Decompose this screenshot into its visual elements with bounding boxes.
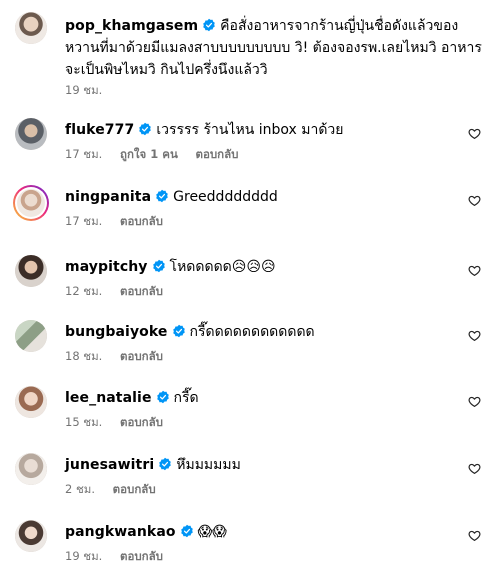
verified-badge-icon: [156, 390, 169, 404]
avatar[interactable]: [15, 255, 47, 287]
reply-button[interactable]: ตอบกลับ: [120, 349, 163, 363]
reply-button[interactable]: ตอบกลับ: [120, 415, 163, 429]
comment-text: ningpanita Greedddddddd: [65, 187, 278, 207]
caption-text: pop_khamgasem คือสั่งอาหารจากร้านญี่ปุ่นช…: [65, 15, 485, 81]
story-ring-avatar[interactable]: [13, 185, 49, 221]
heart-icon[interactable]: [468, 395, 481, 408]
comment-text: maypitchy โหดดดดด😥😥😥: [65, 257, 276, 277]
comment-item: ningpanita Greedddddddd 17 ชม. ตอบกลับ: [13, 185, 485, 235]
reply-button[interactable]: ตอบกลับ: [120, 214, 163, 228]
avatar[interactable]: [15, 320, 47, 352]
comment-thread: pop_khamgasem คือสั่งอาหารจากร้านญี่ปุ่นช…: [0, 0, 500, 588]
reply-button[interactable]: ตอบกลับ: [196, 147, 239, 161]
comment-meta: 15 ชม. ตอบกลับ: [65, 414, 177, 432]
avatar[interactable]: [15, 386, 47, 418]
comment-text: junesawitri หึมมมมมม: [65, 455, 241, 475]
avatar[interactable]: [15, 12, 47, 44]
avatar[interactable]: [15, 520, 47, 552]
verified-badge-icon: [203, 18, 215, 32]
heart-icon[interactable]: [468, 264, 481, 277]
post-caption: pop_khamgasem คือสั่งอาหารจากร้านญี่ปุ่นช…: [15, 12, 485, 102]
comment-body: เวรรรร ร้านไหน inbox มาด้วย: [156, 122, 344, 138]
comment-text: pangkwankao 😱😱: [65, 522, 227, 542]
comment-body: กรี๊ดดดดดดดดดดดด: [189, 324, 315, 340]
comment-meta: 17 ชม. ตอบกลับ: [65, 213, 177, 231]
comment-body: 😱😱: [197, 524, 227, 540]
heart-icon[interactable]: [468, 529, 481, 542]
username-link[interactable]: pop_khamgasem: [65, 18, 198, 34]
timestamp: 12 ชม.: [65, 284, 103, 298]
verified-badge-icon: [152, 259, 165, 273]
verified-badge-icon: [172, 324, 185, 338]
reply-button[interactable]: ตอบกลับ: [120, 549, 163, 563]
verified-badge-icon: [159, 457, 172, 471]
heart-icon[interactable]: [468, 127, 481, 140]
timestamp: 17 ชม.: [65, 214, 103, 228]
timestamp: 19 ชม.: [65, 83, 103, 97]
comment-body: โหดดดดด😥😥😥: [169, 259, 276, 275]
username-link[interactable]: maypitchy: [65, 259, 148, 275]
avatar[interactable]: [15, 118, 47, 150]
verified-badge-icon: [180, 524, 193, 538]
comment-meta: 19 ชม. ตอบกลับ: [65, 548, 177, 566]
comment-item: lee_natalie กรี๊ด 15 ชม. ตอบกลับ: [15, 386, 485, 436]
comment-body: Greedddddddd: [173, 189, 278, 205]
reply-button[interactable]: ตอบกลับ: [120, 284, 163, 298]
comment-text: bungbaiyoke กรี๊ดดดดดดดดดดดด: [65, 322, 315, 342]
comment-body: กรี๊ด: [173, 390, 199, 406]
verified-badge-icon: [156, 189, 168, 203]
verified-badge-icon: [139, 122, 152, 136]
heart-icon[interactable]: [468, 462, 481, 475]
reply-button[interactable]: ตอบกลับ: [113, 482, 156, 496]
comment-item: junesawitri หึมมมมมม 2 ชม. ตอบกลับ: [15, 453, 485, 503]
comment-text: lee_natalie กรี๊ด: [65, 388, 199, 408]
comment-item: pangkwankao 😱😱 19 ชม. ตอบกลับ: [15, 520, 485, 570]
likes-count[interactable]: ถูกใจ 1 คน: [120, 147, 178, 161]
timestamp: 19 ชม.: [65, 549, 103, 563]
username-link[interactable]: ningpanita: [65, 189, 151, 205]
comment-text: fluke777 เวรรรร ร้านไหน inbox มาด้วย: [65, 120, 344, 140]
caption-meta: 19 ชม.: [65, 82, 116, 100]
comment-item: maypitchy โหดดดดด😥😥😥 12 ชม. ตอบกลับ: [15, 255, 485, 305]
avatar[interactable]: [15, 453, 47, 485]
username-link[interactable]: bungbaiyoke: [65, 324, 168, 340]
timestamp: 18 ชม.: [65, 349, 103, 363]
username-link[interactable]: junesawitri: [65, 457, 154, 473]
heart-icon[interactable]: [468, 194, 481, 207]
username-link[interactable]: lee_natalie: [65, 390, 152, 406]
comment-item: bungbaiyoke กรี๊ดดดดดดดดดดดด 18 ชม. ตอบกล…: [15, 320, 485, 370]
timestamp: 2 ชม.: [65, 482, 96, 496]
heart-icon[interactable]: [468, 329, 481, 342]
username-link[interactable]: fluke777: [65, 122, 134, 138]
comment-item: fluke777 เวรรรร ร้านไหน inbox มาด้วย 17 ช…: [15, 118, 485, 168]
timestamp: 17 ชม.: [65, 147, 103, 161]
comment-meta: 18 ชม. ตอบกลับ: [65, 348, 177, 366]
comment-body: หึมมมมมม: [176, 457, 241, 473]
timestamp: 15 ชม.: [65, 415, 103, 429]
username-link[interactable]: pangkwankao: [65, 524, 176, 540]
comment-meta: 12 ชม. ตอบกลับ: [65, 283, 177, 301]
comment-meta: 2 ชม. ตอบกลับ: [65, 481, 170, 499]
comment-meta: 17 ชม. ถูกใจ 1 คน ตอบกลับ: [65, 146, 253, 164]
